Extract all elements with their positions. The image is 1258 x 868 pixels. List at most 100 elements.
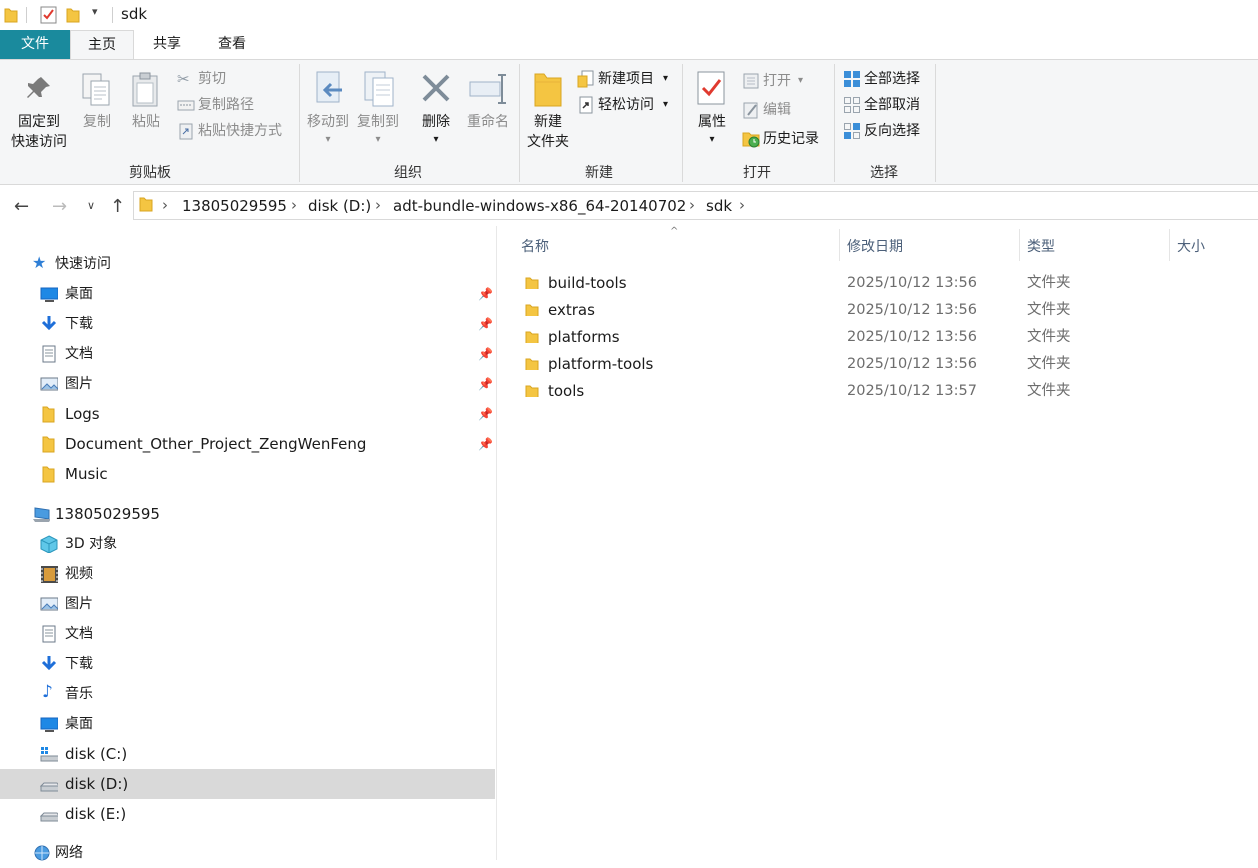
paste-label: 粘贴 [132, 114, 160, 130]
file-row[interactable]: tools 2025/10/12 13:57 文件夹 [520, 378, 1250, 405]
copy-label: 复制 [83, 114, 111, 130]
history-icon [742, 132, 760, 148]
new-folder-label-line1: 新建 [534, 114, 562, 130]
chevron-down-icon: ▾ [433, 134, 439, 145]
breadcrumb-item[interactable]: sdk [706, 197, 732, 215]
column-header-name[interactable]: 名称 [521, 236, 549, 256]
select-all-icon [844, 71, 860, 87]
column-divider[interactable] [1169, 229, 1170, 261]
new-folder-quick-icon[interactable] [66, 7, 80, 23]
nav-label: Logs [65, 405, 100, 423]
paste-shortcut-icon [179, 123, 193, 140]
pin-icon[interactable]: 📌 [478, 407, 493, 421]
file-name: extras [548, 301, 595, 319]
pin-icon[interactable]: 📌 [478, 317, 493, 331]
up-icon[interactable]: ↑ [110, 196, 125, 217]
breadcrumb-item[interactable]: 13805029595 [182, 197, 287, 215]
chevron-right-icon[interactable]: › [291, 196, 297, 214]
ribbon: 固定到 快速访问 复制 粘贴 ✂ 剪切 复制路径 粘贴快捷方式 剪贴板 移动到 … [0, 59, 1258, 185]
nav-label: 文档 [65, 346, 93, 362]
pin-icon[interactable]: 📌 [478, 377, 493, 391]
paste-button[interactable]: 粘贴 [124, 70, 168, 154]
breadcrumb-item[interactable]: disk (D:) [308, 197, 371, 215]
tab-file[interactable]: 文件 [0, 30, 70, 60]
pin-icon[interactable]: 📌 [478, 287, 493, 301]
pin-to-quick-access-button[interactable]: 固定到 快速访问 [6, 70, 72, 154]
chevron-right-icon[interactable]: › [375, 196, 381, 214]
file-row[interactable]: platforms 2025/10/12 13:56 文件夹 [520, 324, 1250, 351]
file-name: tools [548, 382, 585, 400]
select-none-icon [844, 97, 860, 113]
drive-icon [40, 782, 58, 792]
music-note-icon: ♪ [42, 682, 53, 702]
delete-button[interactable]: 删除 ▾ [414, 70, 458, 154]
new-item-icon [577, 70, 594, 88]
quick-access-toolbar-dropdown-icon[interactable]: ▾ [92, 5, 98, 18]
3d-objects-icon [40, 535, 58, 553]
chevron-down-icon: ▾ [798, 75, 804, 86]
document-icon [42, 625, 56, 643]
nav-label: 下载 [65, 656, 93, 672]
pin-icon [27, 77, 50, 98]
chevron-down-icon: ▾ [375, 134, 381, 145]
chevron-right-icon[interactable]: › [739, 196, 745, 214]
scissors-icon: ✂ [177, 70, 190, 88]
star-icon: ★ [32, 253, 47, 272]
file-row[interactable]: platform-tools 2025/10/12 13:56 文件夹 [520, 351, 1250, 378]
pin-icon[interactable]: 📌 [478, 437, 493, 451]
folder-icon [42, 466, 55, 483]
drive-c-icon [40, 747, 58, 762]
file-name: build-tools [548, 274, 627, 292]
clipboard-group-label: 剪贴板 [129, 165, 171, 181]
nav-label: 图片 [65, 596, 93, 612]
new-folder-icon [534, 73, 562, 107]
move-to-button[interactable]: 移动到 ▾ [304, 70, 352, 154]
file-row[interactable]: build-tools 2025/10/12 13:56 文件夹 [520, 270, 1250, 297]
breadcrumb[interactable] [133, 191, 1258, 220]
download-icon [41, 316, 57, 331]
copy-to-icon [364, 71, 394, 107]
nav-label: 视频 [65, 566, 93, 582]
nav-label: Music [65, 465, 108, 483]
rename-button[interactable]: 重命名 [462, 70, 514, 154]
chevron-down-icon: ▾ [663, 99, 669, 110]
folder-icon [525, 331, 539, 343]
edit-icon [743, 102, 758, 119]
properties-quick-icon[interactable] [40, 6, 58, 24]
copy-button[interactable]: 复制 [76, 70, 118, 154]
recent-locations-icon[interactable]: ∨ [87, 199, 95, 212]
rename-icon [469, 74, 506, 104]
chevron-right-icon[interactable]: › [162, 196, 168, 214]
file-type: 文件夹 [1027, 329, 1071, 345]
organize-group-label: 组织 [394, 165, 422, 181]
column-header-size[interactable]: 大小 [1177, 236, 1205, 256]
tab-view[interactable]: 查看 [200, 30, 264, 60]
forward-icon[interactable]: → [52, 196, 67, 217]
divider [26, 7, 27, 23]
invert-selection-label: 反向选择 [864, 123, 920, 139]
back-icon[interactable]: ← [14, 196, 29, 217]
breadcrumb-item[interactable]: adt-bundle-windows-x86_64-20140702 [393, 197, 686, 215]
paste-icon [132, 72, 158, 107]
column-header-type[interactable]: 类型 [1027, 236, 1055, 256]
properties-button[interactable]: 属性 ▾ [688, 70, 736, 154]
tab-home[interactable]: 主页 [70, 30, 134, 60]
copy-to-button[interactable]: 复制到 ▾ [354, 70, 402, 154]
column-divider[interactable] [1019, 229, 1020, 261]
file-row[interactable]: extras 2025/10/12 13:56 文件夹 [520, 297, 1250, 324]
nav-label: 13805029595 [55, 505, 160, 523]
new-folder-button[interactable]: 新建 文件夹 [522, 70, 574, 154]
file-modified: 2025/10/12 13:57 [847, 383, 977, 399]
network-icon [34, 845, 50, 861]
column-divider[interactable] [839, 229, 840, 261]
folder-icon [139, 197, 153, 212]
folder-icon [525, 304, 539, 316]
select-group-label: 选择 [870, 165, 898, 181]
pin-icon[interactable]: 📌 [478, 347, 493, 361]
chevron-right-icon[interactable]: › [689, 196, 695, 214]
invert-selection-icon [844, 123, 860, 139]
tab-share[interactable]: 共享 [134, 30, 200, 60]
file-type: 文件夹 [1027, 356, 1071, 372]
column-header-modified[interactable]: 修改日期 [847, 236, 903, 256]
move-to-label: 移动到 [307, 114, 349, 130]
